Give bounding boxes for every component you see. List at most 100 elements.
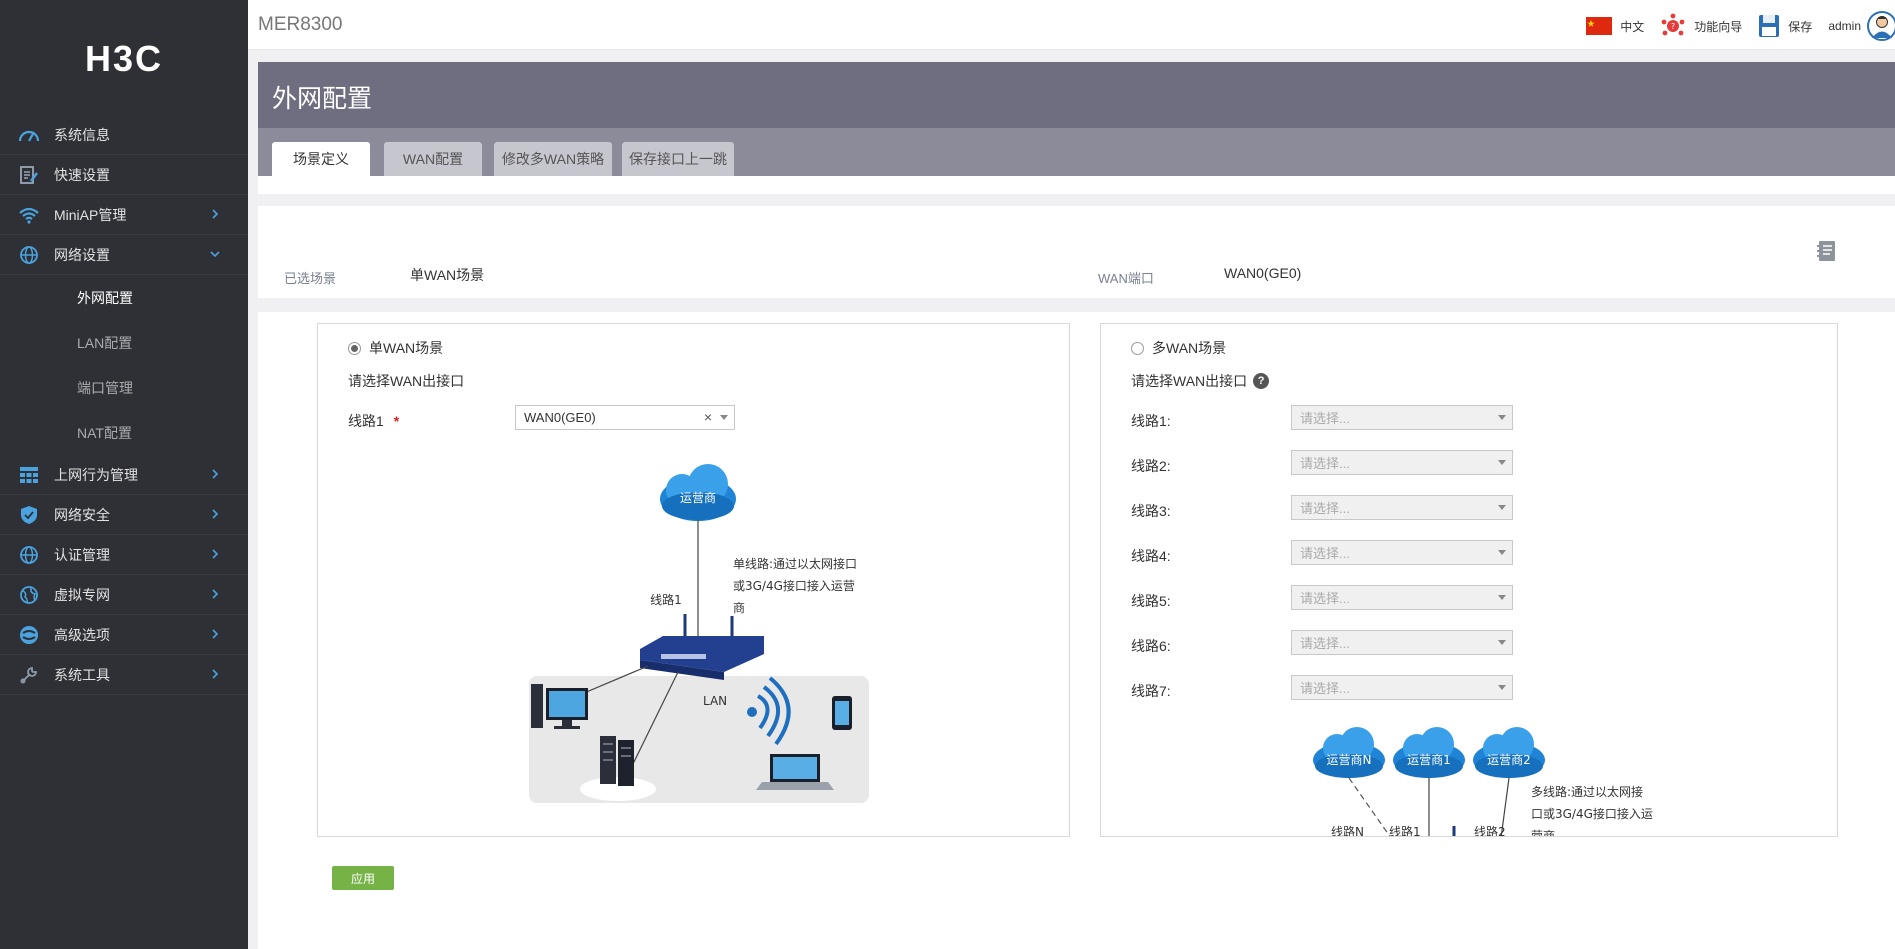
tab-scene-definition[interactable]: 场景定义 (272, 142, 370, 176)
sidebar-item-network-security[interactable]: 网络安全 (0, 495, 248, 535)
multi-wan-panel: 多WAN场景 请选择WAN出接口 ? 线路1: 请选择... 线路2: 请选择.… (1100, 323, 1838, 837)
sidebar-item-behavior-management[interactable]: 上网行为管理 (0, 455, 248, 495)
tab-multi-wan-policy[interactable]: 修改多WAN策略 (494, 142, 612, 176)
multi-line7-select[interactable]: 请选择... (1291, 675, 1513, 700)
chevron-down-icon (210, 251, 220, 258)
single-desc-1: 单线路:通过以太网接口 (733, 556, 857, 571)
function-wizard-button[interactable]: ? 功能向导 (1660, 13, 1742, 39)
line1-label: 线路1 * (348, 411, 399, 431)
multi-wan-radio[interactable]: 多WAN场景 (1131, 338, 1226, 358)
caret-down-icon (1498, 640, 1506, 645)
shield-icon (18, 504, 40, 526)
multi-line1-select[interactable]: 请选择... (1291, 405, 1513, 430)
tab-strip: 场景定义 WAN配置 修改多WAN策略 保存接口上一跳 (258, 128, 1895, 176)
sidebar-item-quick-setup[interactable]: 快速设置 (0, 155, 248, 195)
smartphone-icon (832, 696, 852, 730)
sidebar-item-label: 系统信息 (54, 126, 110, 143)
document-icon[interactable] (1817, 240, 1837, 265)
lan-label: LAN (703, 694, 727, 708)
tab-content-top (258, 176, 1895, 194)
sidebar-item-label: 快速设置 (54, 166, 110, 183)
multi-line7-label: 线路7: (1131, 683, 1171, 699)
selected-scene-label: 已选场景 (284, 271, 337, 286)
sidebar-item-label: MiniAP管理 (54, 206, 127, 223)
single-desc-2: 或3G/4G接口接入运营 (733, 578, 855, 593)
product-name: MER8300 (258, 14, 343, 35)
multi-line1-label: 线路1: (1131, 413, 1171, 429)
globe-network-icon (18, 584, 40, 606)
multi-line2-select[interactable]: 请选择... (1291, 450, 1513, 475)
multi-wan-radio-label: 多WAN场景 (1152, 340, 1227, 356)
isp-2-label: 运营商2 (1487, 752, 1531, 767)
line1-label-text: 线路1 (348, 413, 384, 429)
line1-diagram-label: 线路1 (650, 592, 682, 607)
globe-icon (18, 544, 40, 566)
page-title: 外网配置 (272, 85, 373, 113)
multi-line3-select[interactable]: 请选择... (1291, 495, 1513, 520)
caret-down-icon (1498, 415, 1506, 420)
sidebar-item-label: 认证管理 (54, 546, 110, 563)
sidebar-item-auth-management[interactable]: 认证管理 (0, 535, 248, 575)
user-menu[interactable]: admin (1828, 19, 1861, 33)
chevron-right-icon (212, 509, 219, 519)
caret-down-icon (1498, 550, 1506, 555)
caret-down-icon (1498, 685, 1506, 690)
save-button[interactable]: 保存 (1758, 14, 1812, 38)
multi-desc-2: 口或3G/4G接口接入运 (1531, 806, 1653, 821)
grid-icon (18, 464, 40, 486)
tab-save-next-hop[interactable]: 保存接口上一跳 (622, 142, 734, 176)
sidebar-subitem-lan-config[interactable]: LAN配置 (0, 320, 248, 365)
line-n-diagram-label: 线路N (1331, 824, 1364, 837)
select-placeholder: 请选择... (1300, 456, 1350, 471)
radio-unchecked[interactable] (1131, 341, 1144, 355)
multi-line6-select[interactable]: 请选择... (1291, 630, 1513, 655)
select-placeholder: 请选择... (1300, 546, 1350, 561)
top-bar: MER8300 中文 ? 功能向导 保存 admin (248, 0, 1895, 50)
single-wan-diagram: 运营商 线路1 单线路:通过以太网接口 或3G/4G接口接入运营 商 LAN (529, 464, 869, 803)
sphere-icon (18, 624, 40, 646)
radio-checked[interactable] (348, 341, 361, 355)
edit-doc-icon (18, 164, 40, 186)
select-placeholder: 请选择... (1300, 591, 1350, 606)
sidebar-item-system-info[interactable]: 系统信息 (0, 115, 248, 155)
single-wan-radio[interactable]: 单WAN场景 (348, 338, 443, 358)
sidebar-item-vpn[interactable]: 虚拟专网 (0, 575, 248, 615)
chevron-right-icon (212, 589, 219, 599)
sidebar-item-label: 系统工具 (54, 666, 110, 683)
single-wan-panel: 单WAN场景 请选择WAN出接口 线路1 * WAN0(GE0) × 运营商 线路… (317, 323, 1070, 837)
tab-wan-config[interactable]: WAN配置 (384, 142, 482, 176)
chevron-right-icon (212, 209, 219, 219)
sidebar-item-system-tools[interactable]: 系统工具 (0, 655, 248, 695)
sidebar-item-label: 网络设置 (54, 246, 110, 263)
multi-desc-3: 营商 (1531, 828, 1555, 837)
sidebar-item-miniap[interactable]: MiniAP管理 (0, 195, 248, 235)
sidebar-item-advanced-options[interactable]: 高级选项 (0, 615, 248, 655)
svg-text:H3C: H3C (85, 41, 163, 75)
avatar[interactable] (1867, 11, 1895, 41)
multi-wan-prompt: 请选择WAN出接口 ? (1131, 371, 1270, 391)
sidebar-subitem-wan-config[interactable]: 外网配置 (0, 275, 248, 320)
sidebar-subitem-nat-config[interactable]: NAT配置 (0, 410, 248, 455)
multi-wan-diagram: 运营商N 运营商1 运营商2 多线路:通过以太网接 口或3G/4G接口接入运 营… (1313, 727, 1653, 837)
sidebar-item-label: 高级选项 (54, 626, 110, 643)
save-label: 保存 (1788, 19, 1813, 34)
select-placeholder: 请选择... (1300, 411, 1350, 426)
dashboard-icon (18, 124, 40, 146)
sidebar-item-network-settings[interactable]: 网络设置 (0, 235, 248, 275)
apply-button[interactable]: 应用 (332, 866, 394, 890)
sidebar-item-label: 网络安全 (54, 506, 110, 523)
scene-summary: 已选场景 单WAN场景 WAN端口 WAN0(GE0) (258, 206, 1895, 298)
select-placeholder: 请选择... (1300, 501, 1350, 516)
sidebar-item-label: 虚拟专网 (54, 586, 110, 603)
language-switch[interactable]: 中文 (1586, 17, 1644, 35)
select-placeholder: 请选择... (1300, 681, 1350, 696)
clear-icon[interactable]: × (704, 409, 712, 425)
sidebar-subitem-port-management[interactable]: 端口管理 (0, 365, 248, 410)
isp-1-label: 运营商1 (1407, 752, 1451, 767)
multi-line4-label: 线路4: (1131, 548, 1171, 564)
multi-line5-select[interactable]: 请选择... (1291, 585, 1513, 610)
h3c-logo[interactable]: H3C (0, 0, 248, 115)
multi-line4-select[interactable]: 请选择... (1291, 540, 1513, 565)
help-icon[interactable]: ? (1253, 373, 1270, 389)
line1-select[interactable]: WAN0(GE0) × (515, 405, 735, 430)
